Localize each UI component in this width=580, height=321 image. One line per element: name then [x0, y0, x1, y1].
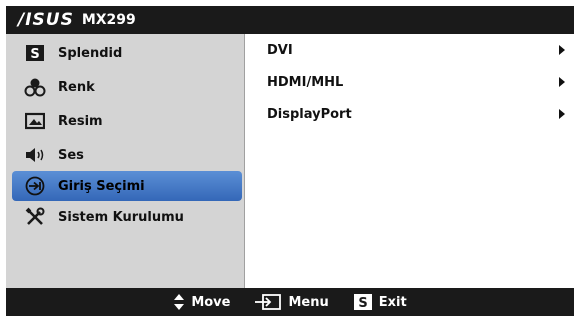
menu-item-giris-secimi[interactable]: Giriş Seçimi [12, 171, 242, 201]
up-down-arrows-icon [173, 293, 185, 311]
input-select-icon [24, 175, 46, 197]
osd-window: /ISUS MX299 S Splendid Renk Resim Ses Gi… [0, 0, 580, 321]
menu-item-label: Renk [58, 79, 95, 95]
move-button[interactable]: Move [173, 293, 230, 311]
brand-logo: /ISUS [18, 10, 74, 30]
title-bar: /ISUS MX299 [6, 6, 574, 34]
menu-item-label: Giriş Seçimi [58, 178, 145, 194]
submenu-item-label: DVI [267, 42, 293, 58]
submenu-item-displayport[interactable]: DisplayPort [267, 102, 567, 126]
menu-item-label: Sistem Kurulumu [58, 209, 184, 225]
submenu-item-dvi[interactable]: DVI [267, 38, 567, 62]
splendid-s-icon: S [24, 42, 46, 64]
submenu-item-label: DisplayPort [267, 106, 352, 122]
submenu-item-label: HDMI/MHL [267, 74, 344, 90]
menu-item-splendid[interactable]: S Splendid [12, 38, 242, 68]
menu-item-renk[interactable]: Renk [12, 72, 242, 102]
picture-icon [24, 110, 46, 132]
exit-label: Exit [378, 294, 407, 310]
color-icon [24, 76, 46, 98]
speaker-icon [24, 144, 46, 166]
submenu-item-hdmi-mhl[interactable]: HDMI/MHL [267, 70, 567, 94]
svg-text:S: S [358, 296, 367, 311]
chevron-right-icon [559, 77, 565, 87]
tools-icon [24, 206, 46, 228]
chevron-right-icon [559, 45, 565, 55]
splendid-s-icon: S [353, 293, 373, 311]
menu-item-label: Resim [58, 113, 103, 129]
menu-item-ses[interactable]: Ses [12, 140, 242, 170]
chevron-right-icon [559, 109, 565, 119]
submenu-panel: DVI HDMI/MHL DisplayPort [245, 34, 574, 288]
menu-item-sistem-kurulumu[interactable]: Sistem Kurulumu [12, 202, 242, 232]
exit-button[interactable]: S Exit [353, 293, 407, 311]
menu-item-label: Ses [58, 147, 84, 163]
main-menu: S Splendid Renk Resim Ses Giriş Seçimi S… [6, 34, 245, 288]
menu-label: Menu [288, 294, 329, 310]
menu-button[interactable]: Menu [254, 293, 329, 311]
move-label: Move [191, 294, 231, 310]
menu-enter-icon [254, 293, 282, 311]
svg-text:S: S [30, 47, 39, 62]
model-name: MX299 [81, 12, 136, 28]
menu-item-label: Splendid [58, 45, 123, 61]
footer-bar: Move Menu S Exit [6, 288, 574, 316]
menu-item-resim[interactable]: Resim [12, 106, 242, 136]
